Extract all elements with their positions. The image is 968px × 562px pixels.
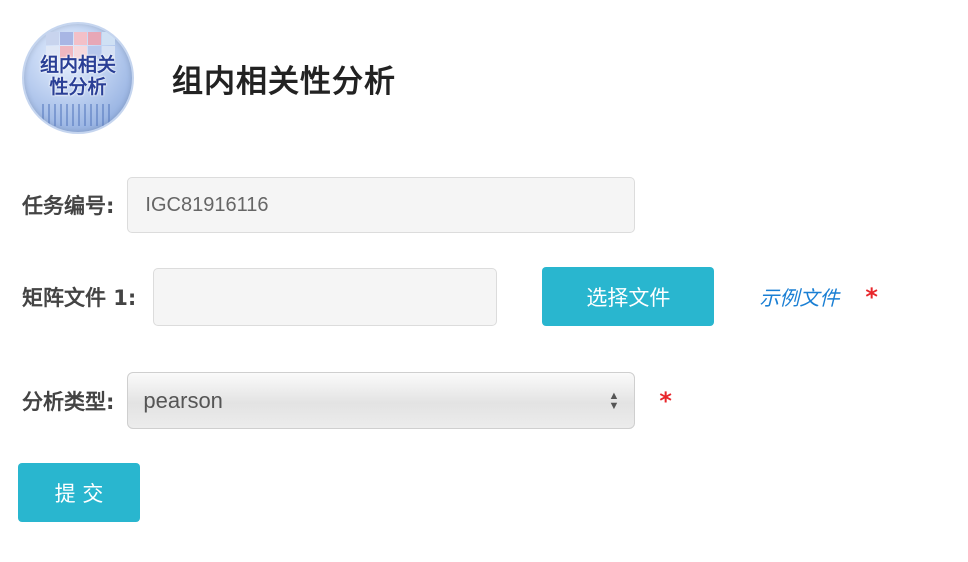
page-header: 组内相关 性分析 组内相关性分析 (22, 22, 396, 134)
task-id-value: IGC81916116 (145, 193, 269, 216)
task-id-field[interactable]: IGC81916116 (127, 177, 636, 233)
up-down-chevron-icon: ▲ ▼ (608, 389, 620, 412)
submit-button[interactable]: 提 交 (18, 463, 140, 522)
matrix-file-row: 矩阵文件 1: 选择文件 示例文件 * (22, 267, 878, 326)
logo-bars-graphic (42, 104, 114, 126)
analysis-type-select[interactable]: pearson ▲ ▼ (127, 372, 636, 429)
analysis-type-label: 分析类型: (22, 389, 115, 414)
matrix-file-label: 矩阵文件 1: (22, 285, 137, 310)
page-title: 组内相关性分析 (172, 63, 396, 100)
task-id-label: 任务编号: (22, 194, 115, 218)
analysis-type-selected: pearson (143, 387, 223, 413)
choose-file-button[interactable]: 选择文件 (542, 267, 715, 326)
app-logo: 组内相关 性分析 (22, 22, 134, 134)
matrix-file-input[interactable] (153, 267, 498, 326)
analysis-type-row: 分析类型: pearson ▲ ▼ * (22, 372, 672, 429)
task-id-row: 任务编号: IGC81916116 (22, 177, 636, 233)
required-marker: * (659, 386, 672, 415)
logo-text: 组内相关 性分析 (39, 54, 116, 98)
example-file-link[interactable]: 示例文件 (759, 282, 839, 311)
required-marker: * (865, 282, 878, 311)
